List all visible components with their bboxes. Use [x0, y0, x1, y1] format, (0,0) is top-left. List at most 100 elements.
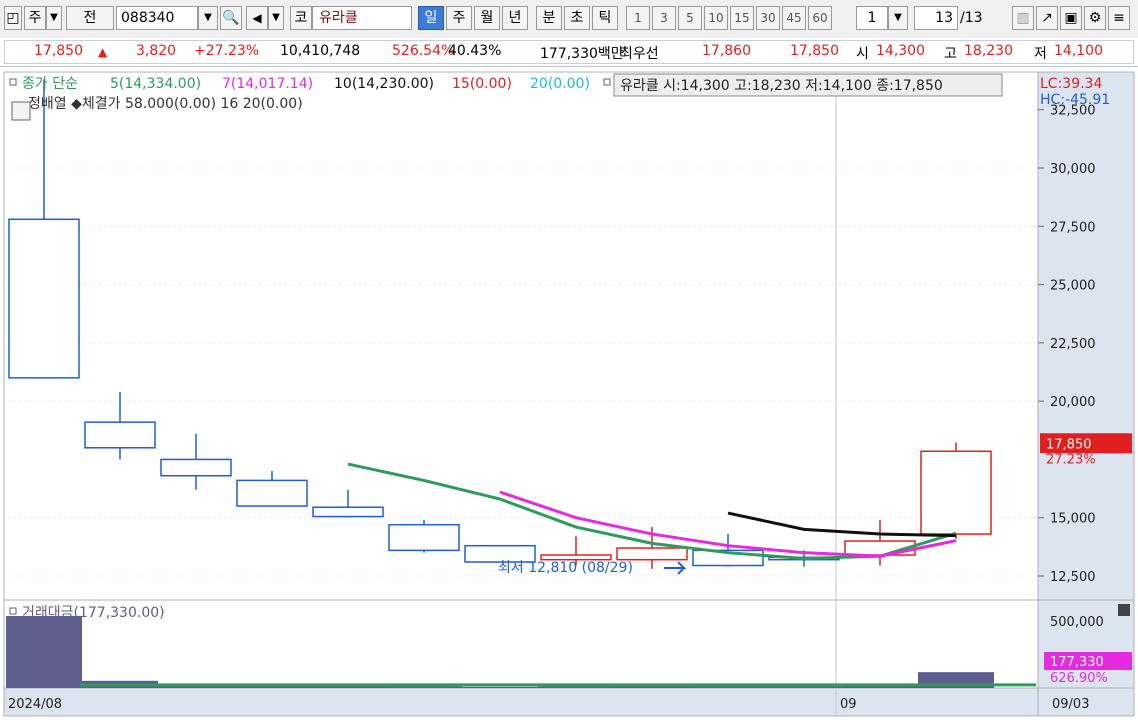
date-label-mid: 09: [840, 697, 857, 712]
legend-ma7: 7(14,017.14): [222, 76, 313, 92]
candle-body: [540, 554, 612, 561]
kospi-badge: 코: [290, 6, 312, 30]
market-selector[interactable]: 주: [24, 6, 46, 30]
tick-label: 15,000: [1050, 512, 1096, 527]
stock-name-field[interactable]: 유라클: [312, 6, 412, 30]
candle-body: [160, 458, 232, 477]
volume-panel-close-icon[interactable]: [1118, 604, 1130, 616]
up-arrow-icon: ▲: [98, 45, 108, 59]
chart-area[interactable]: 30,000 27,500 25,000 22,500 20,000 15,00…: [0, 70, 1138, 721]
minute-15-button[interactable]: 15: [730, 6, 754, 30]
unit-input[interactable]: 1: [856, 6, 888, 30]
minute-10-button[interactable]: 10: [704, 6, 728, 30]
minute-30-button[interactable]: 30: [756, 6, 780, 30]
market-dropdown-icon[interactable]: ▼: [46, 6, 62, 30]
search-icon[interactable]: 🔍: [220, 6, 242, 30]
tab-period-tick[interactable]: 틱: [592, 6, 618, 30]
price-change: 3,820: [136, 43, 177, 59]
indicator-overlay-text: 정배열 ◆체결가 58.000(0.00) 16 20(0.00): [28, 96, 303, 112]
volume-bar: [690, 686, 766, 688]
minute-60-button[interactable]: 60: [808, 6, 832, 30]
tab-period-minute[interactable]: 분: [536, 6, 562, 30]
page-indicator-input[interactable]: 13: [914, 6, 958, 30]
volume-bar: [6, 616, 82, 688]
minute-45-button[interactable]: 45: [782, 6, 806, 30]
toolbar: ◰ 주 ▼ 전 088340 ▼ 🔍 ◀ ▼ 코 유라클 일 주 월 년 분 초…: [0, 0, 1138, 39]
more-icon[interactable]: ≡: [1108, 6, 1130, 30]
date-label-end: 09/03: [1052, 697, 1089, 712]
ohlc-info-text: 유라클 시:14,300 고:18,230 저:14,100 종:17,850: [620, 78, 943, 94]
price-chart-svg[interactable]: 30,000 27,500 25,000 22,500 20,000 15,00…: [0, 70, 1138, 721]
tab-period-week[interactable]: 주: [446, 6, 472, 30]
low-price: 14,100: [1054, 43, 1103, 59]
tab-period-month[interactable]: 월: [474, 6, 500, 30]
window-icon[interactable]: ◰: [4, 6, 22, 30]
candle-body: [388, 523, 460, 552]
volume-bar: [386, 686, 462, 688]
volume-tick-label: 500,000: [1050, 615, 1104, 630]
minute-3-button[interactable]: 3: [652, 6, 676, 30]
candle-body: [8, 218, 80, 379]
tab-period-second[interactable]: 초: [564, 6, 590, 30]
best-bid: 17,850: [790, 43, 839, 59]
best-ask: 17,860: [702, 43, 751, 59]
best-quote-label: 최우선: [620, 46, 659, 62]
hc-value: HC:-45.91: [1040, 92, 1110, 108]
date-label-start: 2024/08: [8, 697, 62, 712]
tick-label: 12,500: [1050, 570, 1096, 585]
lc-value: LC:39.34: [1040, 76, 1102, 92]
price-panel[interactable]: [3, 71, 1039, 601]
minute-5-button[interactable]: 5: [678, 6, 702, 30]
candle-body: [312, 506, 384, 518]
gear-icon[interactable]: ⚙: [1084, 6, 1106, 30]
legend-ma20: 20(0.00): [530, 76, 590, 92]
tick-label: 30,000: [1050, 162, 1096, 177]
code-dropdown-icon[interactable]: ▼: [198, 6, 218, 30]
legend-ma-label: 종가 단순: [22, 76, 78, 92]
tick-label: 20,000: [1050, 395, 1096, 410]
tick-label: 27,500: [1050, 220, 1096, 235]
low-marker-label: 최저 12,810 (08/29): [498, 560, 633, 576]
sound-dropdown-icon[interactable]: ▼: [268, 6, 284, 30]
volume-current-pct: 626.90%: [1050, 671, 1108, 686]
price-change-pct: +27.23%: [194, 43, 260, 59]
candle-body: [616, 547, 688, 561]
high-label: 고: [944, 46, 957, 62]
price-axis-ticks: 30,000 27,500 25,000 22,500 20,000 15,00…: [1050, 104, 1096, 585]
date-axis-panel: [3, 687, 1039, 717]
calendar-icon[interactable]: [11, 101, 31, 121]
volume-legend-label: 거래대금(177,330.00): [22, 605, 165, 621]
quote-info-bar: 17,850 ▲ 3,820 +27.23% 10,410,748 526.54…: [0, 38, 1138, 67]
volume: 10,410,748: [280, 43, 361, 59]
stock-code-input[interactable]: 088340: [116, 6, 198, 30]
compare-icon[interactable]: ▥: [1012, 6, 1034, 30]
legend-ma10: 10(14,230.00): [334, 76, 434, 92]
draw-tool-icon[interactable]: ↗: [1036, 6, 1058, 30]
tab-period-year[interactable]: 년: [502, 6, 528, 30]
volume-bar: [538, 686, 614, 688]
tab-period-day[interactable]: 일: [418, 6, 444, 30]
volume-ratio: 526.54%: [392, 43, 455, 59]
trade-value: 177,330백만: [540, 46, 624, 62]
turnover: 40.43%: [448, 43, 502, 59]
candle-body: [920, 450, 992, 535]
unit-dropdown-icon[interactable]: ▼: [888, 6, 908, 30]
current-price: 17,850: [34, 43, 83, 59]
volume-bar: [462, 686, 538, 688]
volume-bar: [766, 686, 842, 688]
sound-icon[interactable]: ◀: [246, 6, 268, 30]
tick-label: 22,500: [1050, 337, 1096, 352]
high-price: 18,230: [964, 43, 1013, 59]
minute-1-button[interactable]: 1: [626, 6, 650, 30]
candle-body: [84, 421, 156, 449]
tick-label: 25,000: [1050, 279, 1096, 294]
low-label: 저: [1034, 46, 1047, 62]
current-price-axis-label: 17,850: [1046, 437, 1092, 452]
open-label: 시: [856, 46, 869, 62]
save-icon[interactable]: ▣: [1060, 6, 1082, 30]
prev-button[interactable]: 전: [66, 6, 114, 30]
volume-current-label: 177,330: [1050, 655, 1104, 670]
page-total: /13: [960, 10, 983, 26]
candle-body: [236, 479, 308, 507]
current-price-axis-pct: 27.23%: [1046, 452, 1096, 467]
